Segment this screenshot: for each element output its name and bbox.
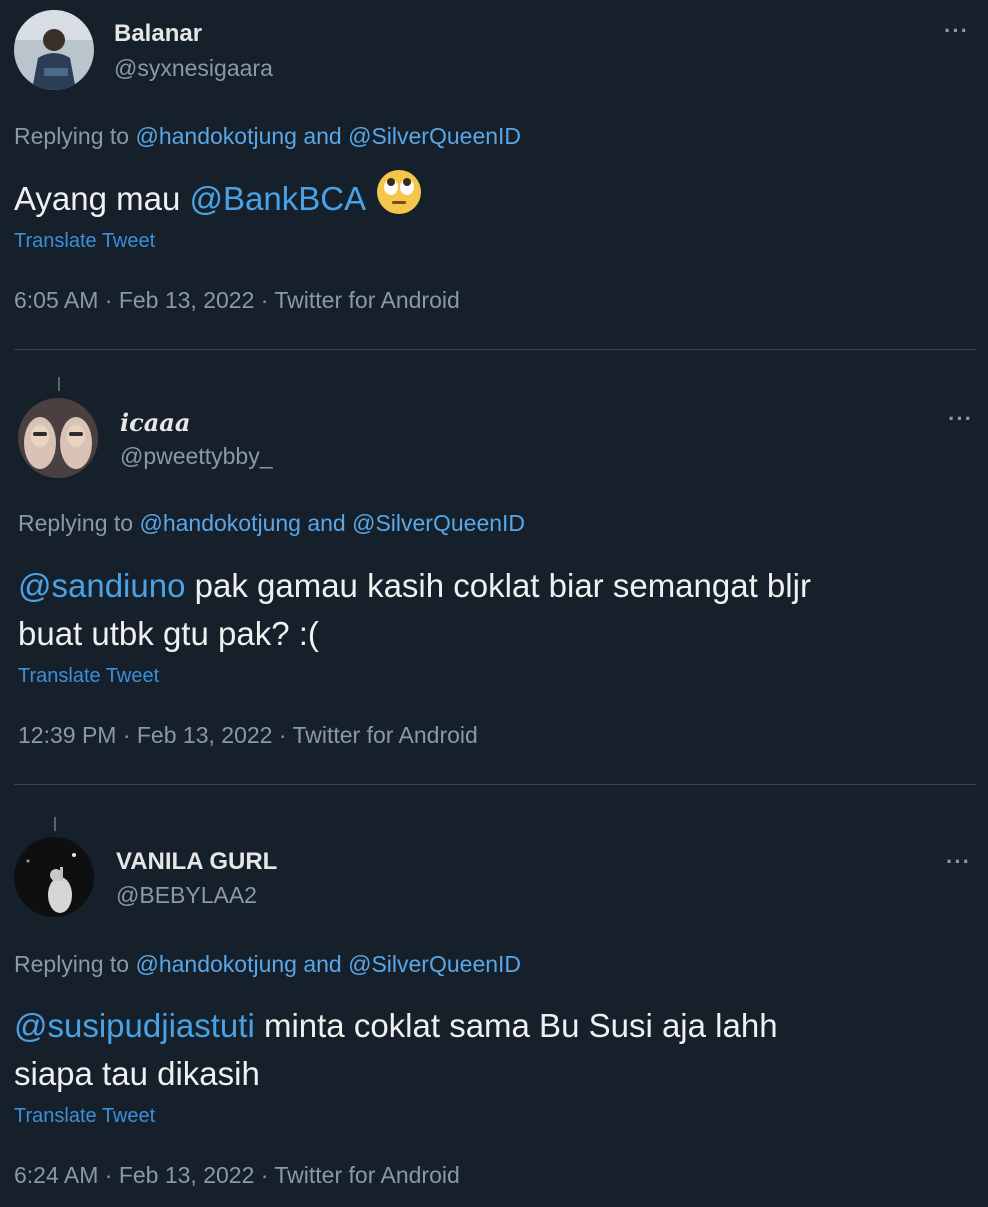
- tweet-text-line: @sandiuno pak gamau kasih coklat biar se…: [18, 562, 811, 610]
- username[interactable]: @BEBYLAA2: [116, 882, 257, 909]
- tweet-text-line: siapa tau dikasih: [14, 1055, 260, 1092]
- reply-and-text: and: [307, 510, 346, 536]
- more-options-icon[interactable]: ···: [946, 851, 971, 873]
- tweet[interactable]: icaaa @pweettybby_ ··· Replying to @hand…: [0, 350, 988, 785]
- more-options-icon[interactable]: ···: [944, 20, 969, 42]
- translate-tweet-link[interactable]: Translate Tweet: [14, 230, 155, 253]
- replying-to: Replying to @handokotjung and @SilverQue…: [14, 951, 521, 978]
- replying-to-label: Replying to: [18, 510, 134, 536]
- more-options-icon[interactable]: ···: [948, 408, 973, 430]
- reply-and-text: and: [303, 951, 342, 977]
- tweet-timestamp[interactable]: 12:39 PM · Feb 13, 2022 · Twitter for An…: [18, 722, 478, 749]
- replying-to: Replying to @handokotjung and @SilverQue…: [14, 123, 521, 150]
- replying-to-label: Replying to: [14, 123, 130, 149]
- replying-to: Replying to @handokotjung and @SilverQue…: [18, 510, 525, 537]
- reply-mention-link[interactable]: @handokotjung: [139, 510, 300, 536]
- reply-mention-link[interactable]: @SilverQueenID: [352, 510, 525, 536]
- tweet-text-line: buat utbk gtu pak? :(: [18, 615, 319, 652]
- tweet-thread: Balanar @syxnesigaara ··· Replying to @h…: [0, 0, 988, 1207]
- reply-mention-link[interactable]: @SilverQueenID: [348, 951, 521, 977]
- reply-and-text: and: [303, 123, 342, 149]
- translate-tweet-link[interactable]: Translate Tweet: [18, 665, 159, 688]
- tweet[interactable]: Balanar @syxnesigaara ··· Replying to @h…: [0, 0, 988, 350]
- tweet-text-body: minta coklat sama Bu Susi aja lahh: [254, 1007, 778, 1044]
- reply-mention-link[interactable]: @handokotjung: [135, 123, 296, 149]
- tweet-text: @sandiuno pak gamau kasih coklat biar se…: [18, 562, 811, 658]
- tweet-text: Ayang mau @BankBCA: [14, 170, 422, 228]
- tweet-text-body: pak gamau kasih coklat biar semangat blj…: [185, 567, 811, 604]
- tweet-timestamp[interactable]: 6:24 AM · Feb 13, 2022 · Twitter for And…: [14, 1162, 460, 1189]
- display-name[interactable]: icaaa: [120, 408, 190, 437]
- mention-link[interactable]: @BankBCA: [190, 180, 367, 217]
- reply-mention-link[interactable]: @handokotjung: [135, 951, 296, 977]
- username[interactable]: @pweettybby_: [120, 443, 273, 470]
- replying-to-label: Replying to: [14, 951, 130, 977]
- tweet[interactable]: VANILA GURL @BEBYLAA2 ··· Replying to @h…: [0, 785, 988, 1207]
- avatar[interactable]: [14, 10, 94, 90]
- mention-link[interactable]: @susipudjiastuti: [14, 1007, 255, 1044]
- translate-tweet-link[interactable]: Translate Tweet: [14, 1105, 155, 1128]
- rolling-eyes-emoji: [376, 169, 422, 228]
- avatar[interactable]: [14, 837, 94, 917]
- display-name[interactable]: Balanar: [114, 20, 202, 48]
- tweet-text-line: @susipudjiastuti minta coklat sama Bu Su…: [14, 1002, 778, 1050]
- thread-connector: [54, 817, 56, 831]
- display-name[interactable]: VANILA GURL: [116, 848, 277, 876]
- tweet-text: @susipudjiastuti minta coklat sama Bu Su…: [14, 1002, 778, 1098]
- mention-link[interactable]: @sandiuno: [18, 567, 185, 604]
- username[interactable]: @syxnesigaara: [114, 55, 273, 82]
- tweet-text-body: Ayang mau: [14, 180, 190, 218]
- avatar[interactable]: [18, 398, 98, 478]
- thread-connector: [58, 377, 60, 391]
- tweet-timestamp[interactable]: 6:05 AM · Feb 13, 2022 · Twitter for And…: [14, 287, 460, 314]
- reply-mention-link[interactable]: @SilverQueenID: [348, 123, 521, 149]
